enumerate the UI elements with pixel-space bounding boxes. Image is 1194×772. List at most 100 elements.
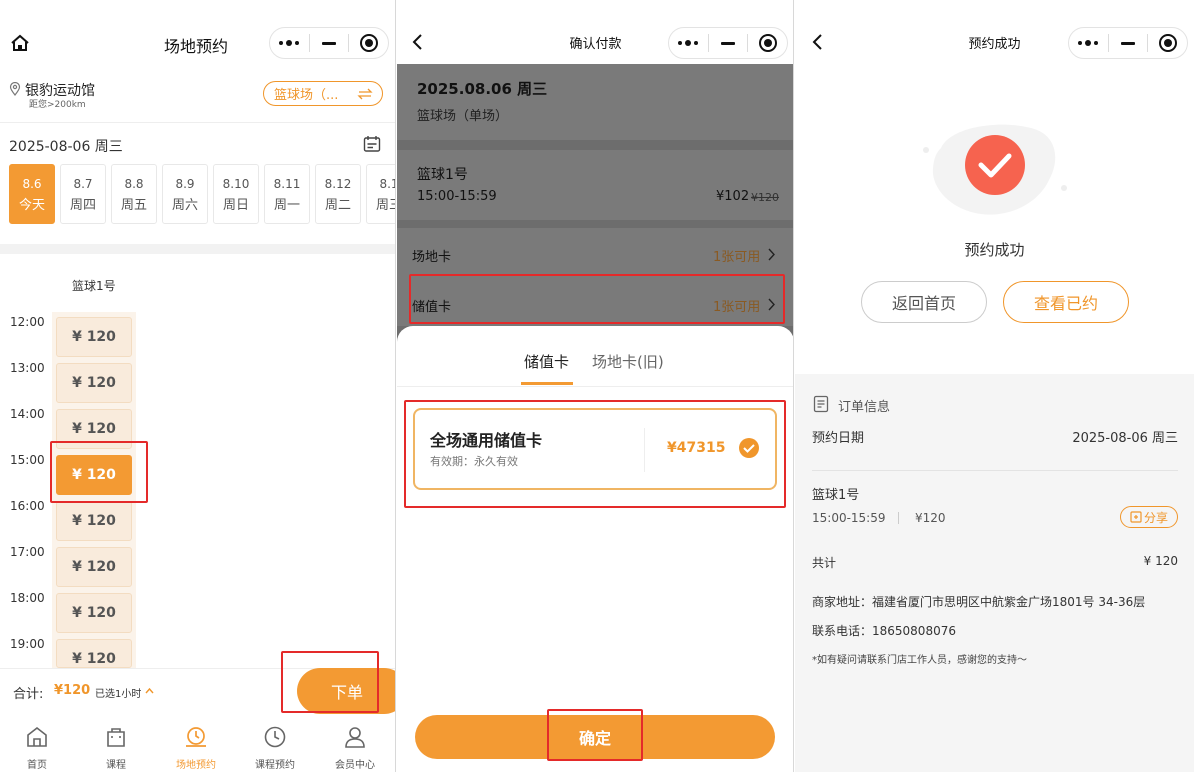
tab-stored-card[interactable]: 储值卡 <box>524 351 569 372</box>
day-item[interactable]: 8.8 周五 <box>111 164 157 224</box>
success-text: 预约成功 <box>964 241 1025 259</box>
hour-label: 12:00 <box>10 315 45 329</box>
court-original-price: ¥120 <box>751 191 779 204</box>
share-label: 分享 <box>1143 510 1168 525</box>
tab-home[interactable]: 首页 <box>0 724 76 771</box>
tab-court-booking[interactable]: 场地预约 <box>157 724 235 771</box>
day-item[interactable]: 8.7 周四 <box>60 164 106 224</box>
day-item[interactable]: 8.12 周二 <box>315 164 361 224</box>
day-week: 周三 <box>375 198 395 213</box>
selected-hours[interactable]: 已选1小时 <box>95 685 141 700</box>
document-icon <box>813 395 829 413</box>
miniprogram-capsule[interactable] <box>668 27 788 59</box>
back-home-button[interactable]: 返回首页 <box>861 281 987 323</box>
close-target-icon[interactable] <box>1148 28 1187 58</box>
user-icon <box>345 727 365 748</box>
tab-underline <box>521 382 573 385</box>
tab-label: 场地预约 <box>176 760 216 771</box>
highlight-box <box>281 651 379 713</box>
help-note: *如有疑问请联系门店工作人员，感谢您的支持～ <box>812 655 1027 666</box>
hour-label: 18:00 <box>10 591 45 605</box>
day-item[interactable]: 8.9 周六 <box>162 164 208 224</box>
tab-label: 课程 <box>106 760 126 771</box>
tab-venue-card-old[interactable]: 场地卡(旧) <box>592 351 664 372</box>
tab-courses[interactable]: 课程 <box>77 724 155 771</box>
share-button[interactable]: 分享 <box>1120 506 1178 528</box>
hour-label: 19:00 <box>10 637 45 651</box>
order-time: 15:00-15:59 <box>812 511 886 525</box>
divider <box>0 122 395 123</box>
more-icon[interactable] <box>270 28 309 58</box>
chevron-up-icon[interactable] <box>145 687 154 694</box>
merchant-address: 商家地址：福建省厦门市思明区中航紫金广场1801号 34-36层 <box>812 595 1146 609</box>
hour-label: 14:00 <box>10 407 45 421</box>
booking-date: 2025.08.06 周三 <box>417 80 548 98</box>
minimize-icon[interactable] <box>709 28 748 58</box>
day-week: 周二 <box>324 198 351 213</box>
court-header: 篮球1号 <box>72 279 116 293</box>
day-item[interactable]: 8.1 周三 <box>366 164 395 224</box>
divider <box>397 386 793 387</box>
court-price: ¥102 <box>716 189 750 204</box>
total-label: 共计 <box>812 556 837 570</box>
view-bookings-button[interactable]: 查看已约 <box>1003 281 1129 323</box>
chevron-right-icon[interactable] <box>768 248 776 261</box>
day-date: 8.7 <box>73 177 93 191</box>
sport-selector[interactable]: 篮球场（... <box>263 81 383 106</box>
time-slot[interactable]: ¥ 120 <box>56 501 132 541</box>
venue-card-label[interactable]: 场地卡 <box>412 246 451 265</box>
day-item[interactable]: 8.6 今天 <box>9 164 55 224</box>
day-week: 周四 <box>69 198 96 213</box>
day-week: 周日 <box>222 198 249 213</box>
tab-label: 课程预约 <box>255 760 295 771</box>
day-item[interactable]: 8.11 周一 <box>264 164 310 224</box>
day-week: 周五 <box>120 198 147 213</box>
hour-label: 16:00 <box>10 499 45 513</box>
total-value: ¥120 <box>54 683 91 698</box>
day-week: 周一 <box>273 198 300 213</box>
total-label: 合计: <box>13 687 44 702</box>
time-slot[interactable]: ¥ 120 <box>56 317 132 357</box>
booking-date-value: 2025-08-06 周三 <box>1072 431 1178 446</box>
sport-selector-label: 篮球场（... <box>274 88 339 103</box>
bag-icon <box>107 728 125 747</box>
hour-label: 17:00 <box>10 545 45 559</box>
court-booking-screen: 场地预约 银豹运动馆 距您>200km 篮球场（... 2025-08-06 周… <box>0 0 396 772</box>
confirm-payment-screen: 确认付款 2025.08.06 周三 篮球场（单场） 篮球1号 15:00-15… <box>397 0 794 772</box>
selected-date: 2025-08-06 周三 <box>9 139 123 155</box>
day-week: 周六 <box>171 198 198 213</box>
booking-card <box>397 64 793 140</box>
home-tab-icon <box>27 726 47 747</box>
time-slot[interactable]: ¥ 120 <box>56 639 132 668</box>
venue-card-count[interactable]: 1张可用 <box>713 246 760 265</box>
more-icon[interactable] <box>1069 28 1108 58</box>
section-gap <box>0 244 395 254</box>
time-slot[interactable]: ¥ 120 <box>56 593 132 633</box>
tab-course-booking[interactable]: 课程预约 <box>236 724 314 771</box>
time-slot[interactable]: ¥ 120 <box>56 547 132 587</box>
court-name: 篮球1号 <box>417 167 468 183</box>
close-target-icon[interactable] <box>748 28 787 58</box>
hour-label: 13:00 <box>10 361 45 375</box>
time-slot[interactable]: ¥ 120 <box>56 363 132 403</box>
booking-clock-icon <box>186 727 206 747</box>
more-icon[interactable] <box>669 28 708 58</box>
minimize-icon[interactable] <box>310 28 349 58</box>
miniprogram-capsule[interactable] <box>269 27 389 59</box>
order-price: ¥120 <box>915 511 946 525</box>
divider <box>812 470 1178 471</box>
miniprogram-capsule[interactable] <box>1068 27 1188 59</box>
day-date: 8.1 <box>379 177 395 191</box>
merchant-phone[interactable]: 联系电话：18650808076 <box>812 622 956 639</box>
highlight-box <box>547 709 643 761</box>
day-date: 8.6 <box>22 177 42 191</box>
tab-label: 首页 <box>27 760 47 771</box>
minimize-icon[interactable] <box>1109 28 1148 58</box>
court-time: 15:00-15:59 <box>417 189 497 204</box>
calendar-icon[interactable] <box>363 135 381 153</box>
close-target-icon[interactable] <box>349 28 388 58</box>
tab-member-center[interactable]: 会员中心 <box>316 724 394 771</box>
day-item[interactable]: 8.10 周日 <box>213 164 259 224</box>
day-date: 8.12 <box>324 177 352 191</box>
hour-label: 15:00 <box>10 453 45 467</box>
